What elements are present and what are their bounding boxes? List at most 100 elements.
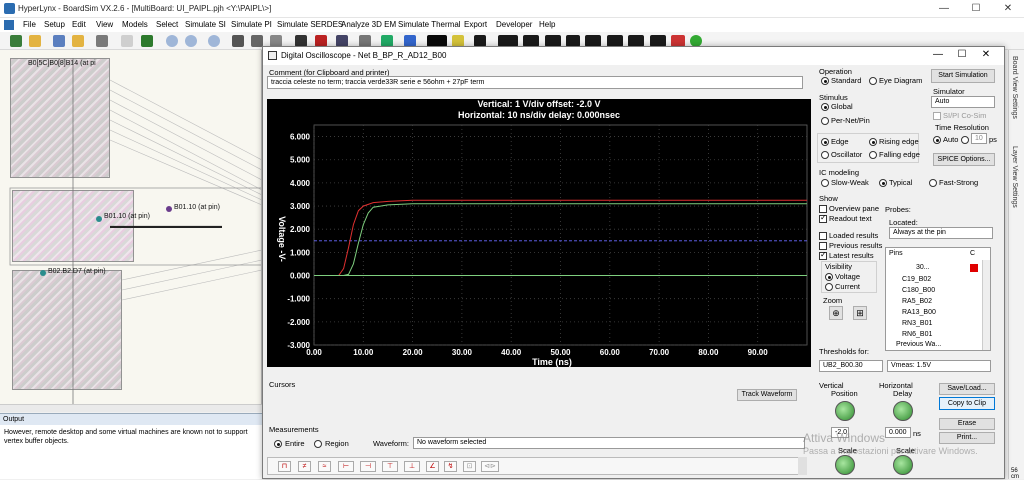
print-icon[interactable]: [96, 35, 108, 47]
oscilloscope-display[interactable]: 6.000 5.000 4.000 3.000 2.000 1.000 0.000 -1.00…: [267, 99, 811, 367]
measure-icon-6[interactable]: ⊤: [382, 461, 398, 472]
measure-icon-8[interactable]: ∠: [426, 461, 439, 472]
horizontal-delay-knob[interactable]: [893, 401, 913, 421]
pin-row[interactable]: RN3_B01: [902, 320, 932, 330]
eye-diagram-radio[interactable]: [869, 77, 877, 85]
dialog-minimize-button[interactable]: —: [927, 49, 949, 60]
erase-button[interactable]: Erase: [939, 418, 995, 430]
menu-view[interactable]: View: [96, 20, 113, 29]
board-icon[interactable]: [141, 35, 153, 47]
measure-icon-7[interactable]: ⊥: [404, 461, 420, 472]
copy-icon[interactable]: [121, 35, 133, 47]
menu-file[interactable]: File: [23, 20, 36, 29]
menu-models[interactable]: Models: [122, 20, 148, 29]
zoom-out-icon[interactable]: [185, 35, 197, 47]
located-select[interactable]: Always at the pin: [889, 227, 993, 239]
thresholds-select[interactable]: UB2_B00.30: [819, 360, 883, 372]
print-button[interactable]: Print...: [939, 432, 995, 444]
maximize-button[interactable]: ☐: [962, 2, 990, 16]
menu-help[interactable]: Help: [539, 20, 555, 29]
vertical-position-knob[interactable]: [835, 401, 855, 421]
pin-row[interactable]: Previous Wa...: [896, 341, 941, 351]
measure-icon-11[interactable]: ⊲⊳: [481, 461, 499, 472]
zoom-in-icon[interactable]: ⊕: [829, 306, 843, 320]
oscillator-radio[interactable]: [821, 151, 829, 159]
tab-board-view-settings[interactable]: Board View Settings: [1011, 56, 1018, 119]
region-radio[interactable]: [314, 440, 322, 448]
save-icon[interactable]: [53, 35, 65, 47]
waveform-select[interactable]: No waveform selected: [413, 437, 805, 449]
measure-icon-4[interactable]: ⊢: [338, 461, 354, 472]
pin-row[interactable]: C180_B00: [902, 287, 935, 297]
fast-strong-radio[interactable]: [929, 179, 937, 187]
cosim-checkbox[interactable]: [933, 112, 941, 120]
current-radio[interactable]: [825, 283, 833, 291]
dialog-close-button[interactable]: ✕: [975, 49, 997, 60]
per-net-radio[interactable]: [821, 117, 829, 125]
track-waveform-button[interactable]: Track Waveform: [737, 389, 797, 401]
time-resolution-input[interactable]: 10: [971, 133, 987, 144]
pin-row[interactable]: 30...: [916, 264, 930, 274]
falling-edge-radio[interactable]: [869, 151, 877, 159]
entire-radio[interactable]: [274, 440, 282, 448]
menu-select[interactable]: Select: [156, 20, 178, 29]
menu-analyze-3d-em[interactable]: Analyze 3D EM: [341, 20, 396, 29]
board-horizontal-scrollbar[interactable]: [0, 404, 262, 412]
time-auto-radio[interactable]: [933, 136, 941, 144]
vmeas-select[interactable]: Vmeas: 1.5V: [887, 360, 991, 372]
measure-icon-1[interactable]: ⊓: [278, 461, 291, 472]
menu-simulate-si[interactable]: Simulate SI: [185, 20, 226, 29]
overview-pane-checkbox[interactable]: [819, 205, 827, 213]
voltage-radio[interactable]: [825, 273, 833, 281]
open-icon[interactable]: [72, 35, 84, 47]
edge-radio[interactable]: [821, 138, 829, 146]
zoom-in-icon[interactable]: [166, 35, 178, 47]
tool-icon-1[interactable]: [232, 35, 244, 47]
pin-row[interactable]: RA13_B00: [902, 309, 936, 319]
comment-input[interactable]: traccia celeste no term; traccia verde33…: [267, 76, 803, 89]
close-button[interactable]: ✕: [994, 2, 1022, 16]
loaded-results-checkbox[interactable]: [819, 232, 827, 240]
time-manual-radio[interactable]: [961, 136, 969, 144]
start-simulation-button[interactable]: Start Simulation: [931, 69, 995, 83]
measure-icon-2[interactable]: ≠: [298, 461, 311, 472]
previous-results-checkbox[interactable]: [819, 242, 827, 250]
minimize-button[interactable]: —: [930, 2, 958, 16]
menu-simulate-thermal[interactable]: Simulate Thermal: [398, 20, 461, 29]
horizontal-delay-input[interactable]: 0.000: [885, 427, 911, 438]
measure-icon-3[interactable]: ≈: [318, 461, 331, 472]
vertical-scale-knob[interactable]: [835, 455, 855, 475]
open-folder-icon[interactable]: [29, 35, 41, 47]
pins-scrollbar[interactable]: [982, 260, 990, 350]
pin-row[interactable]: RA5_B02: [902, 298, 932, 308]
tab-layer-view-settings[interactable]: Layer View Settings: [1011, 146, 1018, 208]
menu-edit[interactable]: Edit: [72, 20, 86, 29]
menu-setup[interactable]: Setup: [44, 20, 65, 29]
latest-results-checkbox[interactable]: [819, 250, 827, 260]
toolbar-pin-icon[interactable]: [10, 35, 22, 47]
dialog-maximize-button[interactable]: ☐: [951, 49, 973, 60]
zoom-fit-icon[interactable]: [208, 35, 220, 47]
menu-simulate-serdes[interactable]: Simulate SERDES: [277, 20, 343, 29]
spice-options-button[interactable]: SPICE Options...: [933, 153, 995, 166]
probe-color-swatch[interactable]: [970, 264, 978, 272]
pin-row[interactable]: C19_B02: [902, 276, 931, 286]
menu-developer[interactable]: Developer: [496, 20, 532, 29]
measure-toolbar-scroll[interactable]: [798, 457, 807, 475]
simulator-select[interactable]: Auto: [931, 96, 995, 108]
rising-edge-radio[interactable]: [869, 138, 877, 146]
pins-list[interactable]: Pins C 30... C19_B02 C180_B00 RA5_B02 RA…: [885, 247, 991, 351]
measure-icon-10[interactable]: ⊡: [463, 461, 476, 472]
pin-row[interactable]: RN6_B01: [902, 331, 932, 341]
menu-export[interactable]: Export: [464, 20, 487, 29]
app-menu-icon[interactable]: [4, 20, 14, 30]
copy-to-clip-button[interactable]: Copy to Clip: [939, 397, 995, 410]
readout-text-checkbox[interactable]: [819, 213, 827, 223]
slow-weak-radio[interactable]: [821, 179, 829, 187]
horizontal-scale-knob[interactable]: [893, 455, 913, 475]
menu-simulate-pi[interactable]: Simulate PI: [231, 20, 272, 29]
standard-radio[interactable]: [821, 77, 829, 85]
board-view[interactable]: B0[5C]B0[8]B14 (at pi B01.10 (at pin) B0…: [0, 50, 262, 405]
typical-radio[interactable]: [879, 179, 887, 187]
save-load-button[interactable]: Save/Load...: [939, 383, 995, 395]
